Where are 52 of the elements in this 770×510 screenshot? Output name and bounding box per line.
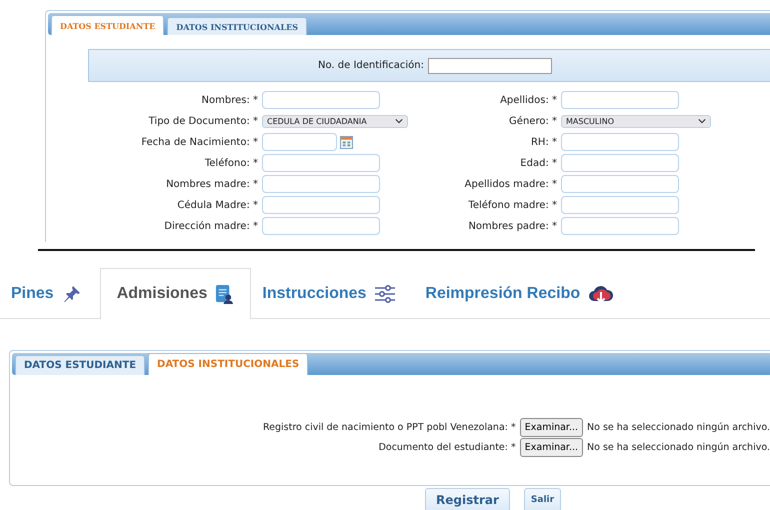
browse-button[interactable]: Examinar...	[520, 418, 584, 437]
nav-tab[interactable]: Admisiones	[100, 268, 252, 319]
input-field[interactable]	[262, 154, 380, 172]
form-tab[interactable]: DATOS INSTITUCIONALES	[148, 353, 308, 375]
sliders-icon	[374, 284, 396, 304]
field-label: Registro civil de nacimiento o PPT pobl Venezolana: *	[262, 422, 516, 433]
calendar-icon[interactable]	[340, 136, 353, 148]
nav-tab[interactable]: Reimpresión Recibo	[414, 268, 632, 319]
exit-button[interactable]: Salir	[524, 488, 562, 510]
field-label: Edad: *	[519, 158, 557, 168]
identification-field[interactable]	[428, 58, 552, 74]
input-field[interactable]	[262, 196, 380, 214]
field-label: Cédula Madre: *	[176, 200, 258, 210]
field-label: Teléfono: *	[204, 158, 258, 168]
date-field[interactable]	[262, 133, 337, 151]
document-user-icon	[215, 284, 234, 304]
input-field[interactable]	[561, 175, 679, 193]
input-field[interactable]	[262, 175, 380, 193]
input-field[interactable]	[561, 217, 679, 235]
nav-tab[interactable]: Instrucciones	[251, 268, 414, 319]
select-field[interactable]: MASCULINO	[561, 114, 711, 128]
form-tab[interactable]: DATOS ESTUDIANTE	[15, 355, 146, 375]
field-label: Documento del estudiante: *	[378, 442, 516, 453]
input-field[interactable]	[262, 217, 380, 235]
field-label: Género: *	[508, 116, 557, 126]
input-field[interactable]	[561, 91, 679, 109]
input-field[interactable]	[561, 196, 679, 214]
field-label: Tipo de Documento: *	[148, 116, 258, 126]
submit-button[interactable]: Registrar	[425, 488, 510, 510]
select-field[interactable]: CEDULA DE CIUDADANIA	[262, 114, 408, 128]
input-field[interactable]	[561, 133, 679, 151]
input-field[interactable]	[561, 154, 679, 172]
field-label: Nombres padre: *	[467, 220, 557, 232]
form-tab[interactable]: DATOS ESTUDIANTE	[51, 15, 164, 35]
form-tab[interactable]: DATOS INSTITUCIONALES	[167, 17, 307, 35]
field-label: Fecha de Nacimiento: *	[140, 136, 258, 148]
chevron-icon	[698, 118, 706, 124]
field-label: No. de Identificación:	[318, 60, 424, 71]
field-label: Dirección madre: *	[163, 220, 258, 232]
field-label: Nombres: *	[200, 94, 258, 106]
field-label: Apellidos: *	[499, 94, 557, 106]
file-status: No se ha seleccionado ningún archivo.	[587, 442, 770, 453]
chevron-icon	[395, 118, 403, 124]
field-label: Teléfono madre: *	[467, 200, 557, 210]
field-label: Apellidos madre: *	[464, 178, 557, 190]
field-label: Nombres madre: *	[165, 178, 258, 190]
nav-tab[interactable]: Pines	[0, 268, 100, 319]
field-label: RH: *	[530, 136, 557, 148]
file-status: No se ha seleccionado ningún archivo.	[587, 422, 770, 433]
browse-button[interactable]: Examinar...	[520, 438, 584, 457]
input-field[interactable]	[262, 91, 380, 109]
pushpin-icon	[62, 284, 82, 304]
